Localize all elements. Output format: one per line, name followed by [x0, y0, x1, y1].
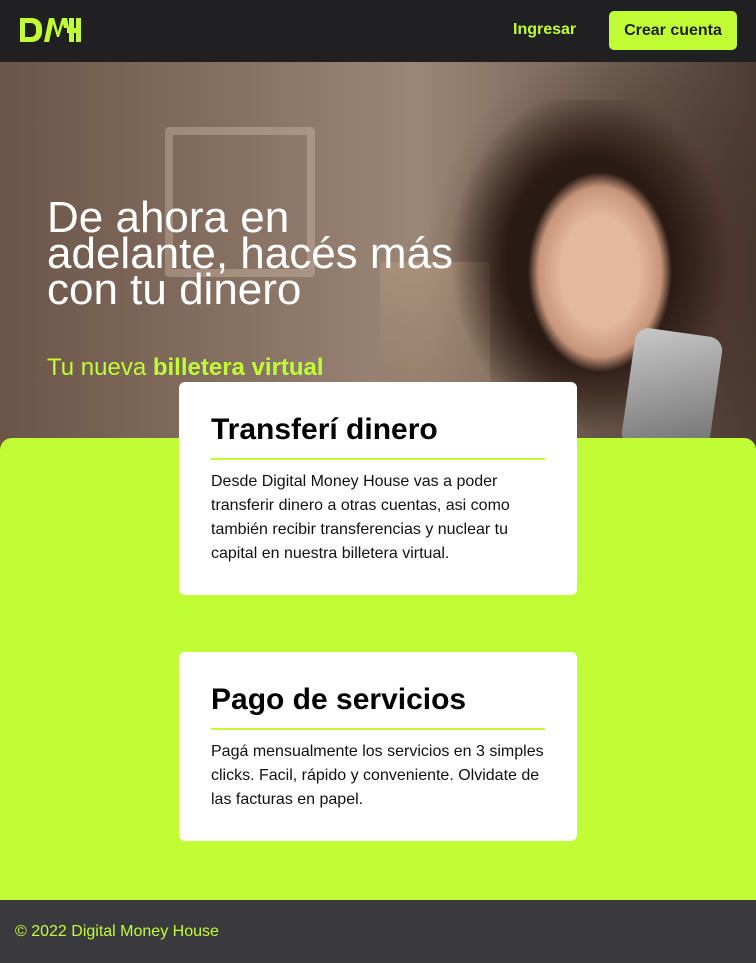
top-navbar: Ingresar Crear cuenta — [0, 0, 756, 62]
create-account-button[interactable]: Crear cuenta — [609, 11, 737, 50]
card-title: Pago de servicios — [211, 682, 545, 730]
card-text: Pagá mensualmente los servicios en 3 sim… — [211, 743, 544, 808]
feature-card-payments: Pago de servicios Pagá mensualmente los … — [179, 652, 577, 841]
hero-subtitle-highlight: billetera virtual — [152, 354, 324, 381]
card-title: Transferí dinero — [211, 412, 545, 460]
login-link[interactable]: Ingresar — [513, 20, 576, 40]
card-text: Desde Digital Money House vas a poder tr… — [211, 473, 510, 562]
footer-copyright: © 2022 Digital Money House — [15, 922, 219, 940]
hero-title: De ahora en adelante, hacés más con tu d… — [47, 193, 454, 314]
feature-card-transfer: Transferí dinero Desde Digital Money Hou… — [179, 382, 577, 595]
page-footer: © 2022 Digital Money House — [0, 900, 756, 963]
dmh-logo[interactable] — [18, 16, 84, 44]
hero-subtitle: Tu nueva billetera virtual — [47, 354, 324, 382]
hero-subtitle-prefix: Tu nueva — [47, 354, 153, 381]
